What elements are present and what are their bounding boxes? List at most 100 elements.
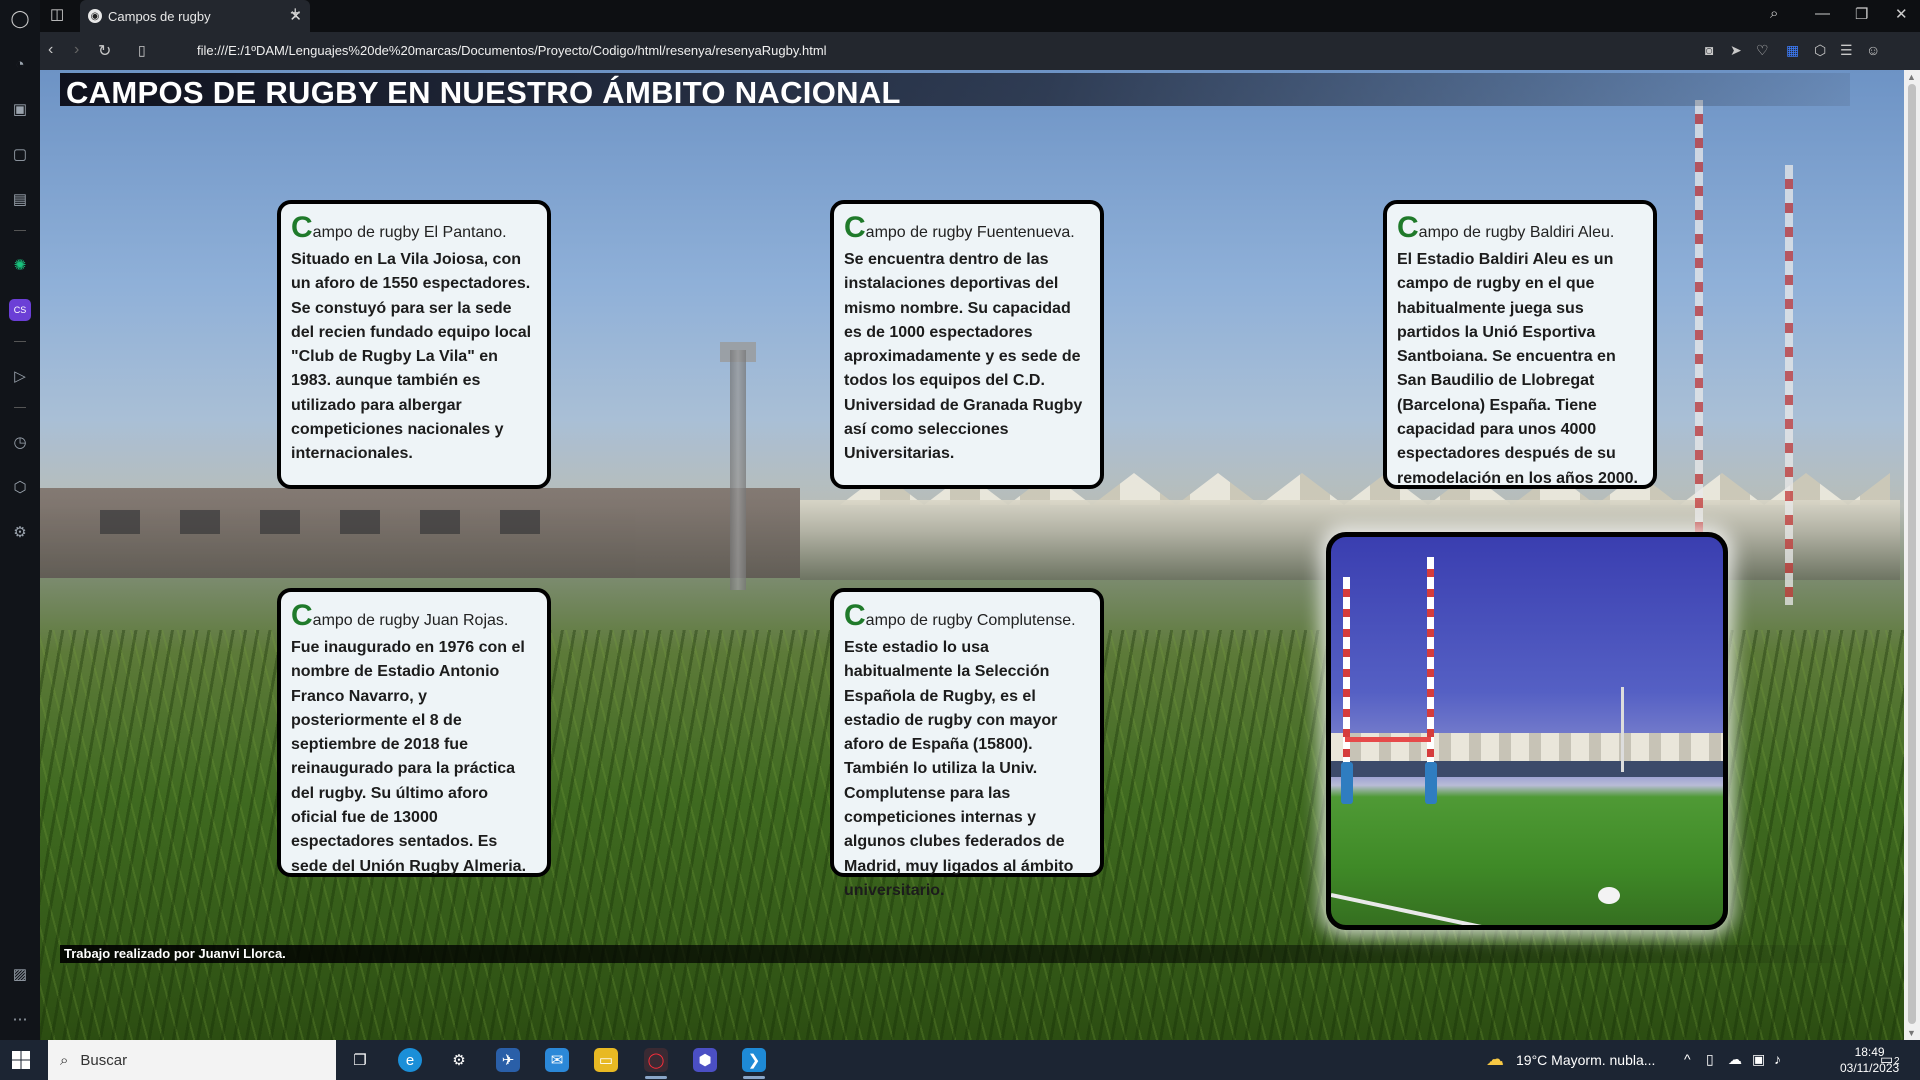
- card-baldiri-aleu: Campo de rugby Baldiri Aleu. El Estadio …: [1383, 200, 1657, 489]
- card-title: Campo de rugby El Pantano.: [291, 213, 537, 243]
- address-field[interactable]: file:///E:/1ºDAM/Lenguajes%20de%20marcas…: [197, 43, 827, 58]
- card-juan-rojas: Campo de rugby Juan Rojas. Fue inaugurad…: [277, 588, 551, 877]
- card-title-text: ampo de rugby Juan Rojas.: [312, 612, 509, 629]
- notifications-icon[interactable]: ▭: [1880, 1051, 1893, 1068]
- background-goal-post: [1785, 165, 1793, 605]
- card-title: Campo de rugby Fuentenueva.: [844, 213, 1090, 243]
- card-title: Campo de rugby Complutense.: [844, 601, 1090, 631]
- vertical-scrollbar[interactable]: ▲ ▼: [1904, 70, 1920, 1040]
- photo-crossbar: [1345, 737, 1431, 742]
- page-viewport: CAMPOS DE RUGBY EN NUESTRO ÁMBITO NACION…: [40, 70, 1904, 1040]
- back-icon[interactable]: ‹: [48, 41, 53, 59]
- scroll-up-icon[interactable]: ▲: [1907, 72, 1916, 82]
- app-icon[interactable]: ✈: [496, 1048, 520, 1072]
- settings-gear-icon[interactable]: ⚙: [447, 1048, 471, 1072]
- aria-icon[interactable]: ▤: [9, 188, 31, 210]
- opera-icon[interactable]: ◯: [644, 1048, 668, 1072]
- scroll-thumb[interactable]: [1908, 84, 1916, 1024]
- rugby-field-photo: [1326, 532, 1728, 930]
- edge-icon[interactable]: e: [398, 1048, 422, 1072]
- file-explorer-icon[interactable]: ▭: [594, 1048, 618, 1072]
- card-initial: C: [291, 211, 313, 244]
- camera-icon[interactable]: ◙: [1705, 42, 1713, 58]
- photo-post-pad: [1341, 762, 1353, 804]
- chatgpt-icon[interactable]: ✺: [9, 254, 31, 276]
- vscode-icon[interactable]: ❯: [742, 1048, 766, 1072]
- tray-device-icon[interactable]: ▯: [1706, 1051, 1714, 1068]
- background-tower: [730, 350, 746, 590]
- tab-strip: ◫ ◉ Campos de rugby ✕ + ⌕ — ❐ ✕: [40, 0, 1920, 32]
- taskbar: ⌕ Buscar ❐ e ⚙ ✈ ✉ ▭ ◯ ⬢ ❯ ☁ 19°C Mayorm…: [0, 1040, 1920, 1080]
- card-initial: C: [844, 599, 866, 632]
- card-title-text: ampo de rugby Complutense.: [865, 612, 1076, 629]
- restore-icon[interactable]: ❐: [1855, 5, 1868, 23]
- search-icon: ⌕: [60, 1051, 69, 1069]
- new-tab-icon[interactable]: +: [290, 3, 301, 24]
- bag-icon[interactable]: ▣: [9, 98, 31, 120]
- photo-stand-base: [1331, 761, 1723, 777]
- translate-icon[interactable]: ▦: [1786, 42, 1799, 59]
- card-body: Este estadio lo usa habitualmente la Sel…: [844, 639, 1074, 899]
- network-icon[interactable]: ▣: [1752, 1051, 1765, 1068]
- card-body: El Estadio Baldiri Aleu es un campo de r…: [1397, 251, 1638, 487]
- photo-post-pad: [1425, 762, 1437, 804]
- tab-islands-icon[interactable]: ◫: [50, 5, 64, 23]
- app-hexagon-icon[interactable]: ⬢: [693, 1048, 717, 1072]
- twitch-icon[interactable]: ▢: [9, 143, 31, 165]
- page-header: CAMPOS DE RUGBY EN NUESTRO ÁMBITO NACION…: [60, 73, 1850, 110]
- onedrive-icon[interactable]: ☁: [1728, 1051, 1742, 1068]
- search-placeholder: Buscar: [80, 1051, 128, 1069]
- sidebar-divider: [14, 230, 26, 231]
- background-building: [40, 488, 800, 578]
- taskbar-search[interactable]: ⌕ Buscar: [48, 1040, 336, 1080]
- speed-dial-icon[interactable]: ◔: [9, 53, 31, 75]
- card-body: Se encuentra dentro de las instalaciones…: [844, 251, 1083, 463]
- scroll-down-icon[interactable]: ▼: [1907, 1028, 1916, 1038]
- photo-field-line: [1331, 893, 1723, 925]
- profile-icon[interactable]: ☺: [1866, 42, 1880, 58]
- task-view-icon[interactable]: ❐: [348, 1048, 372, 1072]
- menu-icon[interactable]: ☰: [1840, 42, 1853, 59]
- settings-icon[interactable]: ⚙: [9, 521, 31, 543]
- background-goal-post: [1695, 100, 1703, 600]
- extensions-icon[interactable]: ⬡: [9, 476, 31, 498]
- more-icon[interactable]: ⋯: [9, 1008, 31, 1030]
- send-icon[interactable]: ➤: [1730, 42, 1742, 59]
- windows-start-icon[interactable]: [12, 1051, 30, 1069]
- chevron-up-icon[interactable]: ^: [1684, 1051, 1691, 1067]
- browser-sidebar: ◯ ◔ ▣ ▢ ▤ ✺ CS ▷ ◷ ⬡ ⚙ ▨ ⋯: [0, 0, 40, 1040]
- history-icon[interactable]: ◷: [9, 431, 31, 453]
- weather-text[interactable]: 19°C Mayorm. nubla...: [1516, 1052, 1655, 1068]
- navigation-bar: ‹ › ↻ ▯ file:///E:/1ºDAM/Lenguajes%20de%…: [40, 32, 1920, 70]
- heart-icon[interactable]: ♡: [1756, 42, 1769, 59]
- window-close-icon[interactable]: ✕: [1895, 5, 1908, 23]
- card-body: Situado en La Vila Joiosa, con un aforo …: [291, 251, 532, 463]
- chatsonic-icon[interactable]: CS: [9, 299, 31, 321]
- gallery-icon[interactable]: ▨: [9, 963, 31, 985]
- minimize-icon[interactable]: —: [1815, 5, 1830, 22]
- page-title: CAMPOS DE RUGBY EN NUESTRO ÁMBITO NACION…: [66, 75, 901, 110]
- active-app-indicator: [645, 1076, 667, 1079]
- rugby-favicon-icon: ◉: [88, 9, 102, 23]
- card-title-text: ampo de rugby Baldiri Aleu.: [1418, 224, 1615, 241]
- player-icon[interactable]: ▷: [9, 365, 31, 387]
- cube-icon[interactable]: ⬡: [1814, 42, 1826, 59]
- opera-logo-icon[interactable]: ◯: [9, 8, 31, 30]
- forward-icon[interactable]: ›: [74, 41, 79, 59]
- active-app-indicator: [743, 1076, 765, 1079]
- card-el-pantano: Campo de rugby El Pantano. Situado en La…: [277, 200, 551, 489]
- volume-icon[interactable]: ♪: [1774, 1051, 1781, 1067]
- tab-active[interactable]: ◉ Campos de rugby ✕: [80, 0, 310, 32]
- reload-icon[interactable]: ↻: [98, 41, 111, 61]
- search-tabs-icon[interactable]: ⌕: [1770, 5, 1778, 22]
- card-complutense: Campo de rugby Complutense. Este estadio…: [830, 588, 1104, 899]
- tab-title: Campos de rugby: [108, 8, 211, 24]
- weather-icon[interactable]: ☁: [1486, 1049, 1504, 1070]
- photo-floodlight: [1621, 687, 1624, 772]
- mail-icon[interactable]: ✉: [545, 1048, 569, 1072]
- notification-count: 2: [1894, 1056, 1900, 1067]
- photo-rugby-ball: [1598, 887, 1620, 904]
- footer-credit: Trabajo realizado por Juanvi Llorca.: [64, 946, 286, 961]
- page-icon: ▯: [138, 42, 146, 58]
- card-initial: C: [291, 599, 313, 632]
